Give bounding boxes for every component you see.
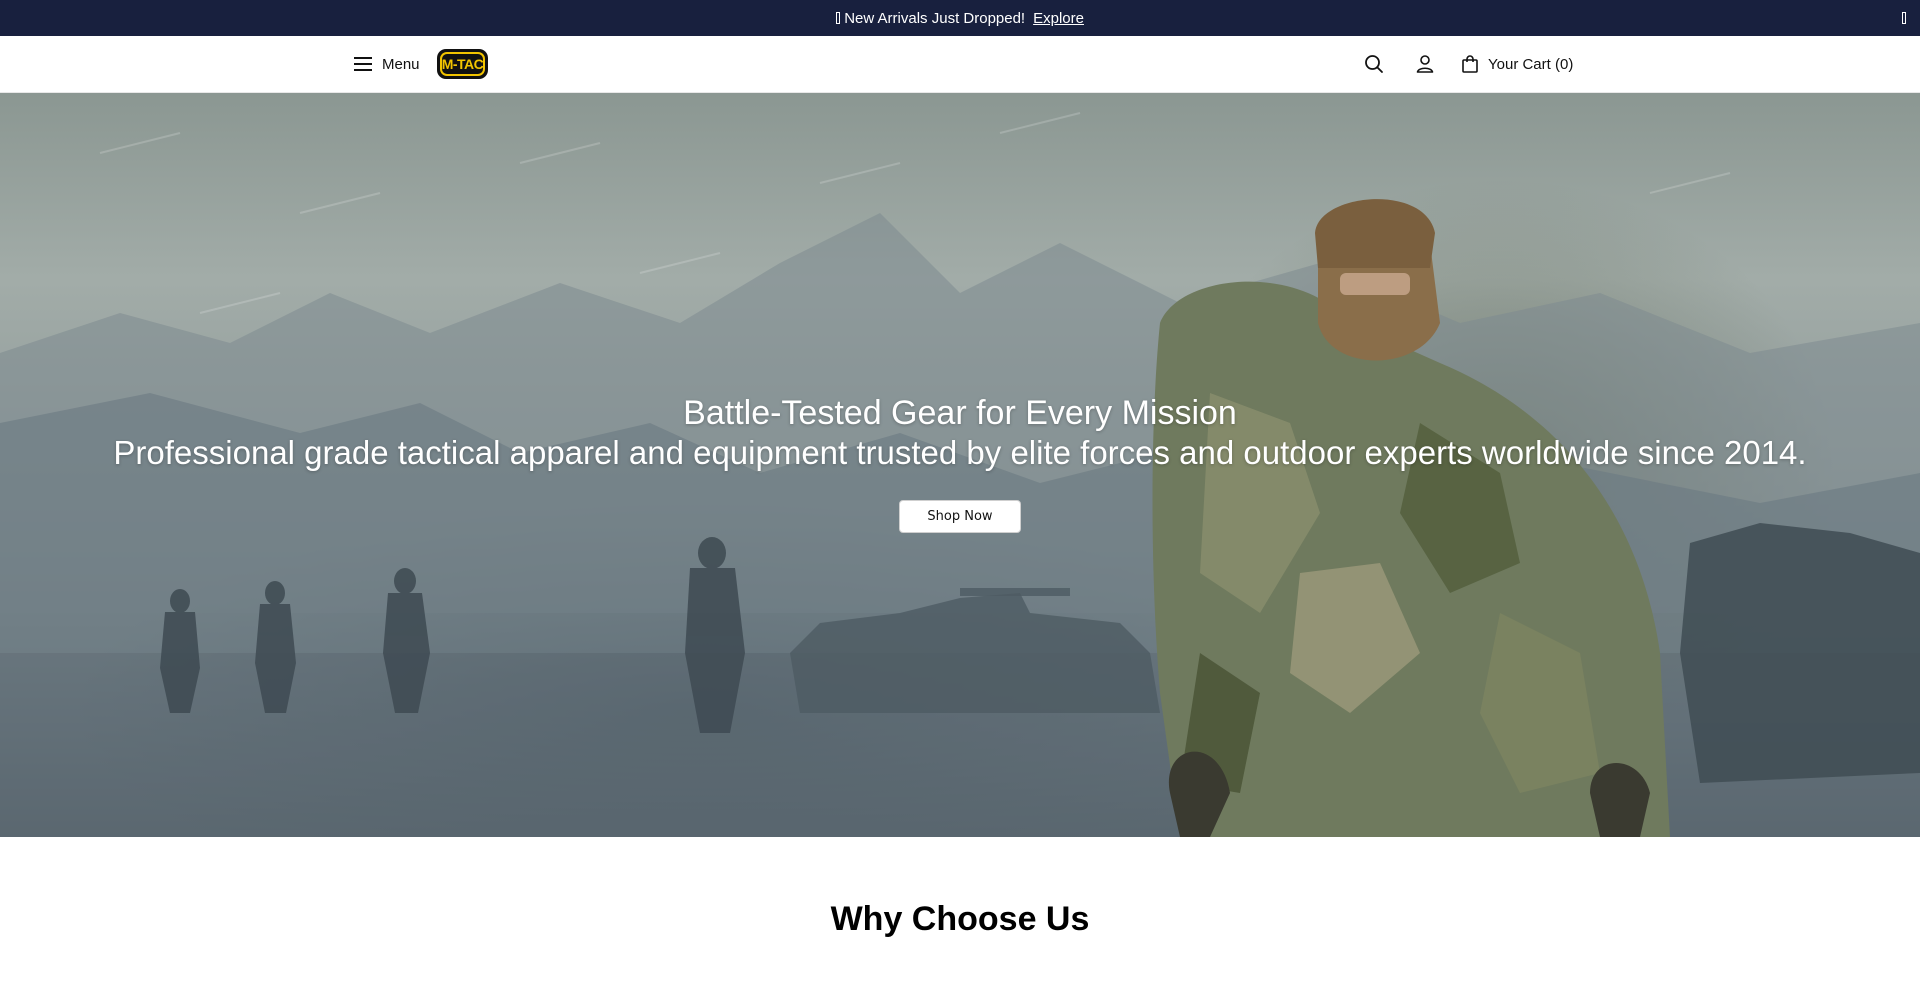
svg-text:M-TAC: M-TAC (442, 56, 484, 72)
menu-button[interactable]: Menu (354, 36, 420, 92)
brand-logo[interactable]: M-TAC (436, 48, 489, 80)
search-icon[interactable] (1362, 52, 1386, 76)
hero-title: Battle-Tested Gear for Every Mission (683, 394, 1237, 432)
hero-subtitle: Professional grade tactical apparel and … (113, 434, 1807, 471)
site-header: Menu M-TAC Your Cart (0) (0, 36, 1920, 93)
megaphone-icon (836, 11, 841, 24)
menu-label: Menu (382, 55, 420, 73)
hero-text: Battle-Tested Gear for Every Mission Pro… (0, 393, 1920, 473)
announcement-bar: New Arrivals Just Dropped! Explore (0, 0, 1920, 36)
close-icon[interactable] (1902, 0, 1906, 36)
user-icon[interactable] (1413, 52, 1437, 76)
cart-label: Your Cart (0) (1488, 55, 1574, 73)
hero-banner: Battle-Tested Gear for Every Mission Pro… (0, 93, 1920, 837)
announcement-content: New Arrivals Just Dropped! Explore (0, 0, 1920, 36)
why-choose-us-heading: Why Choose Us (830, 900, 1090, 938)
announcement-text: New Arrivals Just Dropped! (836, 10, 1025, 27)
cart-button[interactable]: Your Cart (0) (1460, 36, 1573, 92)
announcement-explore-link[interactable]: Explore (1033, 10, 1084, 27)
shopping-bag-icon (1462, 55, 1478, 73)
hamburger-icon (354, 57, 372, 71)
shop-now-button[interactable]: Shop Now (899, 500, 1021, 533)
